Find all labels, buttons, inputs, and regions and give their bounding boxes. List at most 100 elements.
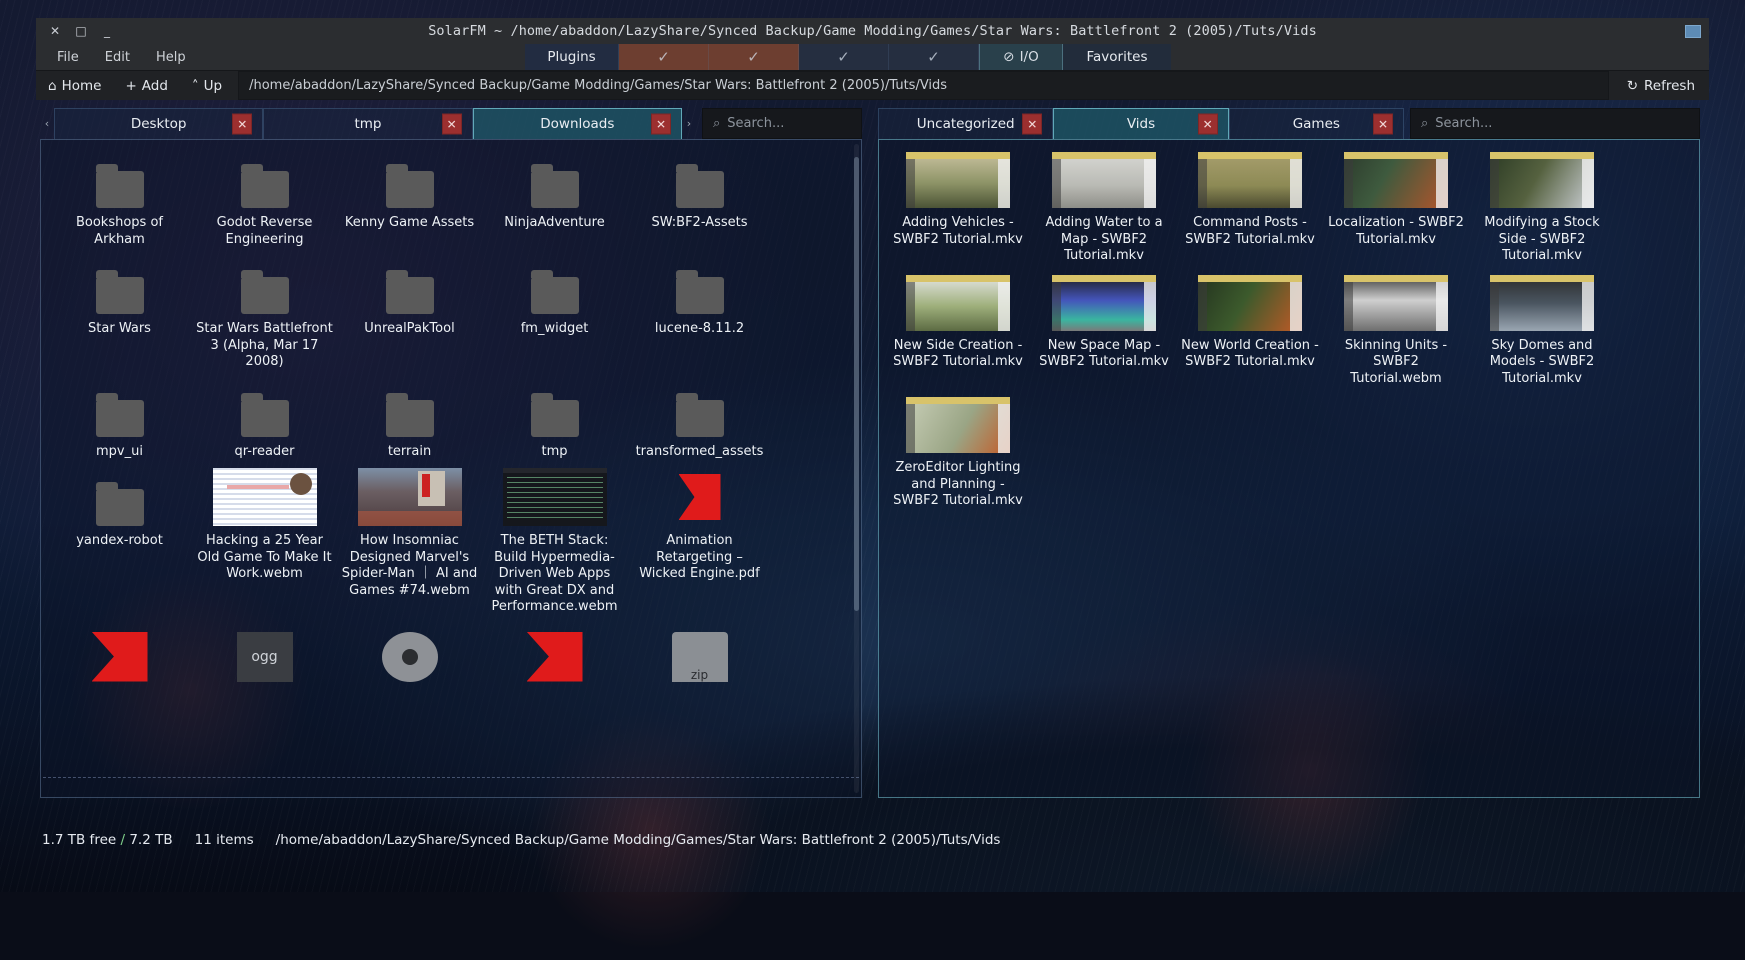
plugin-slot-1[interactable]: ✓ (619, 44, 709, 70)
left-pane-splitter[interactable] (43, 777, 859, 779)
file-item[interactable]: Localization - SWBF2 Tutorial.mkv (1323, 156, 1469, 279)
left-tabs: Desktop✕tmp✕Downloads✕ (54, 108, 682, 139)
tab-uncategorized[interactable]: Uncategorized✕ (878, 108, 1053, 139)
tab-close-icon[interactable]: ✕ (1198, 114, 1218, 135)
file-item[interactable]: How Insomniac Designed Marvel's Spider-M… (337, 474, 482, 630)
tab-label: tmp (354, 116, 381, 132)
file-label: Star Wars (51, 321, 188, 338)
file-item-partial[interactable] (47, 630, 192, 696)
tab-desktop[interactable]: Desktop✕ (54, 108, 263, 139)
tab-close-icon[interactable]: ✕ (1022, 114, 1042, 135)
folder-icon (386, 277, 434, 314)
tab-downloads[interactable]: Downloads✕ (473, 108, 682, 139)
file-item[interactable]: Kenny Game Assets (337, 156, 482, 262)
tab-close-icon[interactable]: ✕ (1373, 114, 1393, 135)
folder-icon (676, 171, 724, 208)
tab-scroll-left-icon[interactable]: ‹ (40, 108, 54, 139)
left-scrollbar[interactable] (854, 144, 859, 793)
file-item[interactable]: Command Posts - SWBF2 Tutorial.mkv (1177, 156, 1323, 279)
right-search-input[interactable]: ⌕ Search... (1410, 108, 1700, 139)
home-button[interactable]: ⌂ Home (36, 71, 113, 100)
up-button[interactable]: ˄ Up (180, 71, 234, 100)
file-item[interactable]: terrain (337, 385, 482, 475)
file-item[interactable]: Sky Domes and Models - SWBF2 Tutorial.mk… (1469, 279, 1615, 402)
file-item[interactable]: Modifying a Stock Side - SWBF2 Tutorial.… (1469, 156, 1615, 279)
file-thumbnail: ogg (237, 632, 293, 682)
file-item-partial[interactable]: ogg (192, 630, 337, 696)
io-button[interactable]: ⊘ I/O (979, 44, 1063, 70)
folder-icon (241, 400, 289, 437)
left-file-area[interactable]: Bookshops of ArkhamGodot Reverse Enginee… (40, 139, 862, 798)
file-label: ZeroEditor Lighting and Planning - SWBF2… (889, 460, 1027, 510)
check-icon: ✓ (927, 48, 940, 66)
file-item[interactable]: The BETH Stack: Build Hypermedia-Driven … (482, 474, 627, 630)
minimize-icon[interactable]: _ (101, 25, 113, 37)
tab-close-icon[interactable]: ✕ (651, 114, 671, 135)
right-file-area[interactable]: Adding Vehicles - SWBF2 Tutorial.mkvAddi… (878, 139, 1700, 798)
file-item[interactable]: New World Creation - SWBF2 Tutorial.mkv (1177, 279, 1323, 402)
file-item[interactable]: UnrealPakTool (337, 262, 482, 385)
file-item[interactable]: lucene-8.11.2 (627, 262, 772, 385)
tab-tmp[interactable]: tmp ✕ (263, 108, 472, 139)
total-space: 7.2 TB (129, 832, 172, 848)
file-item[interactable]: NinjaAdventure (482, 156, 627, 262)
file-item[interactable]: yandex-robot (47, 474, 192, 630)
add-label: Add (142, 78, 168, 94)
plugins-button[interactable]: Plugins (525, 44, 619, 70)
file-item-partial[interactable] (337, 630, 482, 696)
file-item[interactable]: fm_widget (482, 262, 627, 385)
menu-edit[interactable]: Edit (94, 48, 141, 67)
favorites-button[interactable]: Favorites (1063, 44, 1171, 70)
file-item[interactable]: Adding Vehicles - SWBF2 Tutorial.mkv (885, 156, 1031, 279)
path-input[interactable]: /home/abaddon/LazyShare/Synced Backup/Ga… (238, 71, 1609, 100)
menu-file[interactable]: File (46, 48, 90, 67)
file-label: UnrealPakTool (341, 321, 478, 338)
tab-games[interactable]: Games✕ (1229, 108, 1404, 139)
tab-scroll-right-icon[interactable]: › (682, 108, 696, 139)
left-scrollbar-thumb[interactable] (854, 157, 859, 611)
maximize-icon[interactable]: □ (75, 25, 87, 37)
file-label: Hacking a 25 Year Old Game To Make It Wo… (196, 533, 333, 583)
window-indicator-icon (1685, 25, 1701, 38)
file-item[interactable]: Adding Water to a Map - SWBF2 Tutorial.m… (1031, 156, 1177, 279)
menu-help[interactable]: Help (145, 48, 197, 67)
file-thumbnail (1344, 152, 1448, 208)
file-thumbnail (92, 632, 148, 682)
file-item[interactable]: tmp (482, 385, 627, 475)
file-item[interactable]: New Side Creation - SWBF2 Tutorial.mkv (885, 279, 1031, 402)
folder-icon (676, 277, 724, 314)
plugin-slot-4[interactable]: ✓ (889, 44, 979, 70)
file-item-partial[interactable]: zip (627, 630, 772, 696)
file-item[interactable]: New Space Map - SWBF2 Tutorial.mkv (1031, 279, 1177, 402)
file-thumbnail (1198, 152, 1302, 208)
file-item[interactable]: Animation Retargeting – Wicked Engine.pd… (627, 474, 772, 630)
file-label: Kenny Game Assets (341, 215, 478, 232)
tab-vids[interactable]: Vids✕ (1053, 108, 1228, 139)
close-icon[interactable]: ✕ (49, 25, 61, 37)
file-item[interactable]: transformed_assets (627, 385, 772, 475)
file-item[interactable]: SW:BF2-Assets (627, 156, 772, 262)
file-item[interactable]: Skinning Units - SWBF2 Tutorial.webm (1323, 279, 1469, 402)
left-search-input[interactable]: ⌕ Search... (702, 108, 862, 139)
file-item[interactable]: Bookshops of Arkham (47, 156, 192, 262)
plugin-slot-3[interactable]: ✓ (799, 44, 889, 70)
tab-close-icon[interactable]: ✕ (442, 114, 462, 135)
file-item[interactable]: Star Wars (47, 262, 192, 385)
file-label: Star Wars Battlefront 3 (Alpha, Mar 17 2… (196, 321, 333, 371)
left-file-grid: Bookshops of ArkhamGodot Reverse Enginee… (41, 140, 861, 696)
file-item[interactable]: Godot Reverse Engineering (192, 156, 337, 262)
add-tab-button[interactable]: + Add (113, 71, 179, 100)
right-tabs: Uncategorized✕Vids✕Games✕ (878, 108, 1404, 139)
file-item[interactable]: mpv_ui (47, 385, 192, 475)
plugin-slot-2[interactable]: ✓ (709, 44, 799, 70)
tab-close-icon[interactable]: ✕ (232, 114, 252, 135)
file-item[interactable]: Star Wars Battlefront 3 (Alpha, Mar 17 2… (192, 262, 337, 385)
file-item-partial[interactable] (482, 630, 627, 696)
file-label: Localization - SWBF2 Tutorial.mkv (1327, 215, 1465, 248)
file-thumbnail (1490, 275, 1594, 331)
file-item[interactable]: qr-reader (192, 385, 337, 475)
file-item[interactable]: Hacking a 25 Year Old Game To Make It Wo… (192, 474, 337, 630)
file-thumbnail (648, 468, 752, 526)
refresh-button[interactable]: ↻ Refresh (1613, 71, 1709, 100)
file-item[interactable]: ZeroEditor Lighting and Planning - SWBF2… (885, 401, 1031, 524)
